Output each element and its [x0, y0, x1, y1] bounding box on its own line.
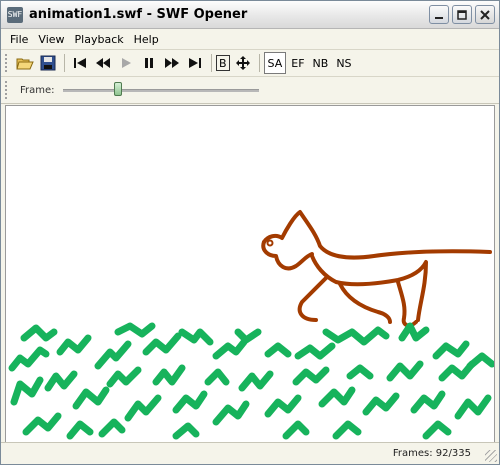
rewind-icon — [96, 58, 110, 68]
app-window: SWF animation1.swf - SWF Opener File Vie… — [0, 0, 500, 465]
no-scale-button[interactable]: NS — [333, 53, 354, 73]
toolbar-separator — [64, 54, 65, 72]
close-button[interactable] — [475, 5, 495, 24]
framebar-grip[interactable] — [5, 81, 10, 99]
save-disk-icon — [40, 55, 56, 71]
maximize-icon — [457, 9, 467, 20]
status-bar: Frames: 92/335 — [1, 442, 499, 464]
open-folder-icon — [16, 58, 34, 70]
animal-drawing — [261, 210, 492, 328]
move-button[interactable] — [232, 52, 254, 74]
toolbar-separator — [258, 54, 260, 72]
menu-playback[interactable]: Playback — [70, 33, 129, 46]
close-icon — [480, 9, 490, 20]
last-frame-button[interactable] — [184, 52, 206, 74]
play-button[interactable] — [115, 52, 137, 74]
rewind-button[interactable] — [92, 52, 114, 74]
move-arrows-icon — [235, 56, 250, 70]
fast-forward-button[interactable] — [161, 52, 183, 74]
toolbar: B SA EF NB NS — [1, 49, 499, 77]
frame-label: Frame: — [20, 84, 55, 96]
exact-fit-button[interactable]: EF — [288, 53, 307, 73]
open-button[interactable] — [14, 52, 36, 74]
title-bar[interactable]: SWF animation1.swf - SWF Opener — [1, 1, 499, 29]
minimize-button[interactable] — [429, 5, 449, 24]
frame-count-status: Frames: 92/335 — [392, 448, 471, 459]
minimize-icon — [435, 16, 443, 19]
slider-thumb[interactable] — [113, 82, 122, 96]
play-icon — [122, 58, 131, 68]
frame-slider[interactable] — [62, 81, 259, 99]
menu-file[interactable]: File — [5, 33, 33, 46]
skip-to-start-icon — [74, 58, 86, 68]
fast-forward-icon — [165, 58, 179, 68]
pause-button[interactable] — [138, 52, 160, 74]
pause-icon — [145, 58, 153, 68]
grass-strokes — [8, 322, 494, 440]
resize-grip[interactable] — [485, 450, 497, 462]
save-button[interactable] — [37, 52, 59, 74]
animation-frame — [8, 210, 494, 440]
scale-all-button[interactable]: SA — [263, 52, 287, 74]
menu-bar: File View Playback Help — [1, 29, 499, 49]
no-border-button[interactable]: NB — [310, 53, 332, 73]
animation-canvas[interactable] — [5, 105, 495, 443]
first-frame-button[interactable] — [69, 52, 91, 74]
window-title: animation1.swf - SWF Opener — [29, 7, 248, 22]
skip-to-end-icon — [189, 58, 201, 68]
frame-bar: Frame: — [1, 77, 499, 104]
toolbar-grip[interactable] — [5, 54, 10, 72]
menu-view[interactable]: View — [33, 33, 69, 46]
maximize-button[interactable] — [452, 5, 472, 24]
background-toggle-button[interactable]: B — [216, 55, 230, 71]
menu-help[interactable]: Help — [129, 33, 164, 46]
slider-track — [62, 89, 259, 92]
toolbar-separator — [211, 54, 212, 72]
app-icon: SWF — [7, 6, 23, 23]
